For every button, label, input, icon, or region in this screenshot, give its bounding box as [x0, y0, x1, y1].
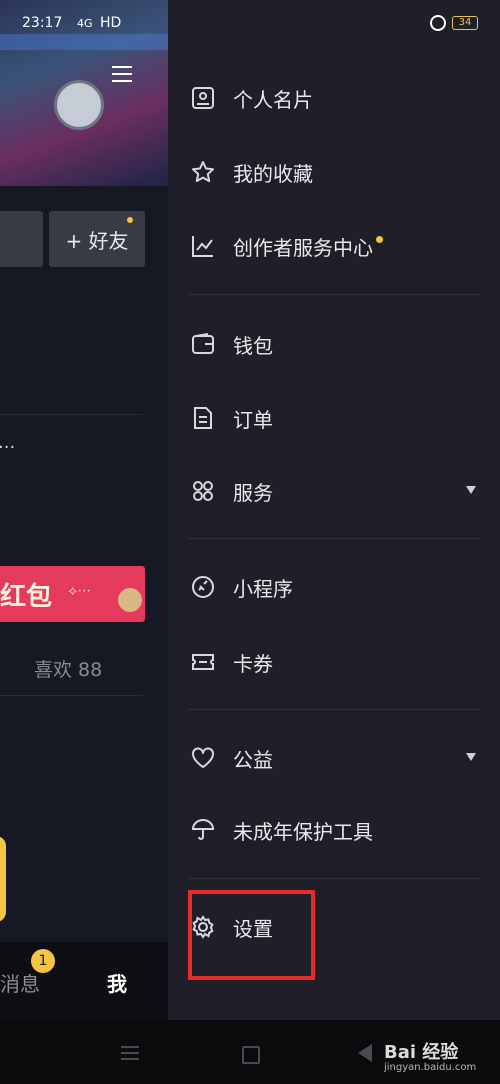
notification-dot: [127, 217, 133, 223]
new-indicator-dot: [376, 235, 383, 243]
hamburger-menu-icon[interactable]: [112, 66, 132, 82]
add-friend-label: + 好友: [65, 228, 129, 253]
menu-item-label: 未成年保护工具: [233, 819, 373, 844]
profile-card-icon: [188, 83, 218, 113]
edit-profile-button[interactable]: [0, 211, 43, 267]
menu-item-coupons[interactable]: 卡券: [188, 637, 488, 687]
alarm-icon: [430, 15, 446, 31]
umbrella-icon: [188, 815, 218, 845]
star-icon: [188, 157, 218, 187]
more-ellipsis[interactable]: ...: [0, 432, 15, 453]
menu-item-label: 订单: [233, 407, 273, 432]
divider: [188, 538, 480, 539]
divider: [188, 709, 480, 710]
heart-icon: [188, 743, 218, 773]
status-network: 4G: [77, 17, 93, 30]
nav-me-tab[interactable]: 我: [107, 968, 127, 997]
menu-item-label: 创作者服务中心: [233, 235, 373, 260]
likes-tab[interactable]: 喜欢 88: [34, 655, 102, 682]
floating-yellow-button[interactable]: [0, 836, 6, 922]
menu-item-profile-card[interactable]: 个人名片: [188, 73, 488, 123]
baidu-jingyan-watermark: Bai 经验: [384, 1042, 459, 1063]
divider: [188, 878, 480, 879]
wallet-icon: [188, 329, 218, 359]
banner-decoration-icon: ⟡⋯: [68, 583, 92, 599]
trend-chart-icon: [188, 231, 218, 261]
menu-item-label: 个人名片: [233, 87, 313, 112]
menu-item-orders[interactable]: 订单: [188, 393, 488, 443]
battery-icon: 34: [452, 16, 478, 30]
menu-item-label: 卡券: [233, 651, 273, 676]
menu-item-label: 服务: [233, 480, 273, 505]
background-profile-page: + 好友 ... 红包 ⟡⋯ 喜欢 88 消息 1 我: [0, 0, 168, 1020]
add-friend-button[interactable]: + 好友: [49, 211, 145, 267]
watermark-url: jingyan.baidu.com: [384, 1062, 477, 1073]
grid-services-icon: [188, 476, 218, 506]
menu-item-label: 公益: [233, 747, 273, 772]
menu-item-creator-center[interactable]: 创作者服务中心: [188, 221, 488, 271]
status-hd: HD: [100, 15, 122, 31]
status-time: 23:17: [22, 15, 63, 31]
menu-item-mini-programs[interactable]: 小程序: [188, 562, 488, 612]
menu-item-minor-protection[interactable]: 未成年保护工具: [188, 805, 488, 855]
menu-item-label: 钱包: [233, 333, 273, 358]
banner-text: 红包: [0, 582, 53, 612]
menu-item-label: 小程序: [233, 576, 293, 601]
home-icon[interactable]: [242, 1046, 260, 1064]
menu-item-wallet[interactable]: 钱包: [188, 319, 488, 369]
link-icon: [188, 572, 218, 602]
divider: [0, 414, 143, 415]
cover-neon-light: [0, 34, 168, 50]
settings-highlight-box: [188, 890, 315, 980]
back-icon[interactable]: [358, 1044, 372, 1062]
divider: [188, 294, 480, 295]
coin-icon: [118, 588, 142, 612]
menu-item-favorites[interactable]: 我的收藏: [188, 147, 488, 197]
chevron-down-icon[interactable]: [466, 753, 476, 761]
menu-item-label: 我的收藏: [233, 161, 313, 186]
ticket-icon: [188, 647, 218, 677]
chevron-down-icon[interactable]: [466, 486, 476, 494]
recent-apps-icon[interactable]: [121, 1046, 139, 1064]
order-document-icon: [188, 403, 218, 433]
red-packet-banner[interactable]: 红包 ⟡⋯: [0, 566, 145, 622]
menu-item-charity[interactable]: 公益: [188, 733, 488, 783]
cover-clock-decoration: [54, 80, 104, 130]
menu-item-services[interactable]: 服务: [188, 466, 488, 516]
messages-badge: 1: [31, 949, 55, 973]
divider: [0, 695, 143, 696]
nav-messages-tab[interactable]: 消息: [0, 968, 40, 997]
